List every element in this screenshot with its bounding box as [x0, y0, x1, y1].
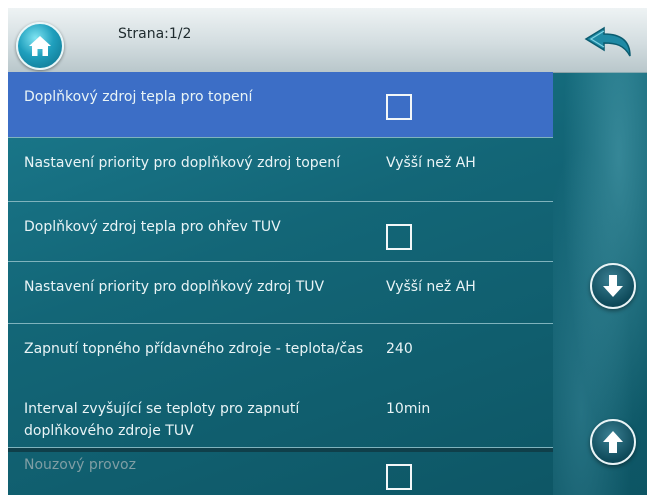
setting-label: Nouzový provoz — [24, 457, 136, 473]
setting-label: Zapnutí topného přídavného zdroje - tepl… — [24, 341, 364, 357]
home-icon — [29, 36, 51, 56]
setting-label: Interval zvyšující se teploty pro zapnut… — [24, 401, 300, 439]
scroll-down-button[interactable] — [590, 263, 636, 309]
home-button[interactable] — [16, 22, 64, 70]
scroll-up-button[interactable] — [590, 419, 636, 465]
header-bar: Strana:1/2 — [8, 8, 647, 73]
checkbox-heat-source-heating[interactable] — [386, 94, 412, 120]
setting-value[interactable]: Vyšší než AH — [386, 152, 546, 174]
setting-label: Nastavení priority pro doplňkový zdroj T… — [24, 279, 325, 295]
back-button[interactable] — [582, 22, 640, 64]
settings-list: Doplňkový zdroj tepla pro topení Nastave… — [8, 72, 553, 452]
setting-label: Nastavení priority pro doplňkový zdroj t… — [24, 155, 341, 171]
setting-row-heater-temp-time[interactable]: Zapnutí topného přídavného zdroje - tepl… — [8, 324, 553, 384]
arrow-down-icon — [603, 275, 623, 297]
setting-row-heat-source-heating[interactable]: Doplňkový zdroj tepla pro topení — [8, 72, 553, 138]
settings-list-continued: Interval zvyšující se teploty pro zapnut… — [8, 388, 553, 495]
setting-value[interactable]: 240 — [386, 338, 546, 360]
setting-label: Doplňkový zdroj tepla pro ohřev TUV — [24, 219, 281, 235]
checkbox-emergency-mode[interactable] — [386, 464, 412, 490]
setting-value[interactable]: 10min — [386, 398, 546, 420]
setting-row-dhw-interval[interactable]: Interval zvyšující se teploty pro zapnut… — [8, 388, 553, 448]
setting-row-emergency-mode[interactable]: Nouzový provoz — [8, 448, 553, 495]
setting-label: Doplňkový zdroj tepla pro topení — [24, 89, 253, 105]
setting-row-priority-dhw[interactable]: Nastavení priority pro doplňkový zdroj T… — [8, 262, 553, 324]
checkbox-heat-source-dhw[interactable] — [386, 224, 412, 250]
arrow-up-icon — [603, 431, 623, 453]
page-indicator: Strana:1/2 — [118, 26, 192, 42]
setting-row-heat-source-dhw[interactable]: Doplňkový zdroj tepla pro ohřev TUV — [8, 202, 553, 262]
setting-value[interactable]: Vyšší než AH — [386, 276, 546, 298]
setting-row-priority-heating[interactable]: Nastavení priority pro doplňkový zdroj t… — [8, 138, 553, 202]
app-frame: Strana:1/2 Doplňkový zdroj tepla pro top… — [8, 8, 647, 495]
back-arrow-icon — [584, 26, 631, 57]
